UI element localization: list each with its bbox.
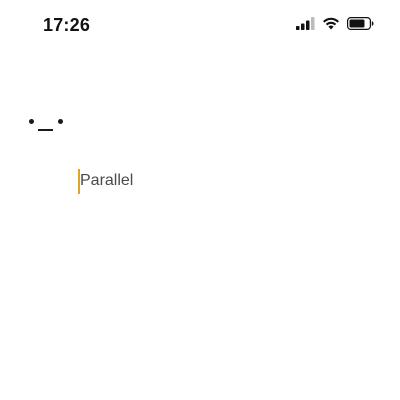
neutral-face-icon [28, 115, 68, 135]
app-screen: 17:26 Parallel [0, 0, 400, 400]
face-mouth [38, 129, 53, 131]
face-left-eye [29, 119, 34, 124]
wifi-icon [322, 17, 340, 30]
battery-icon [347, 17, 374, 30]
cellular-signal-icon [296, 17, 315, 30]
status-icons [296, 17, 374, 30]
text-input-field[interactable]: Parallel [78, 168, 133, 194]
face-right-eye [58, 119, 63, 124]
text-input-value[interactable]: Parallel [80, 168, 133, 194]
status-time: 17:26 [43, 15, 91, 35]
